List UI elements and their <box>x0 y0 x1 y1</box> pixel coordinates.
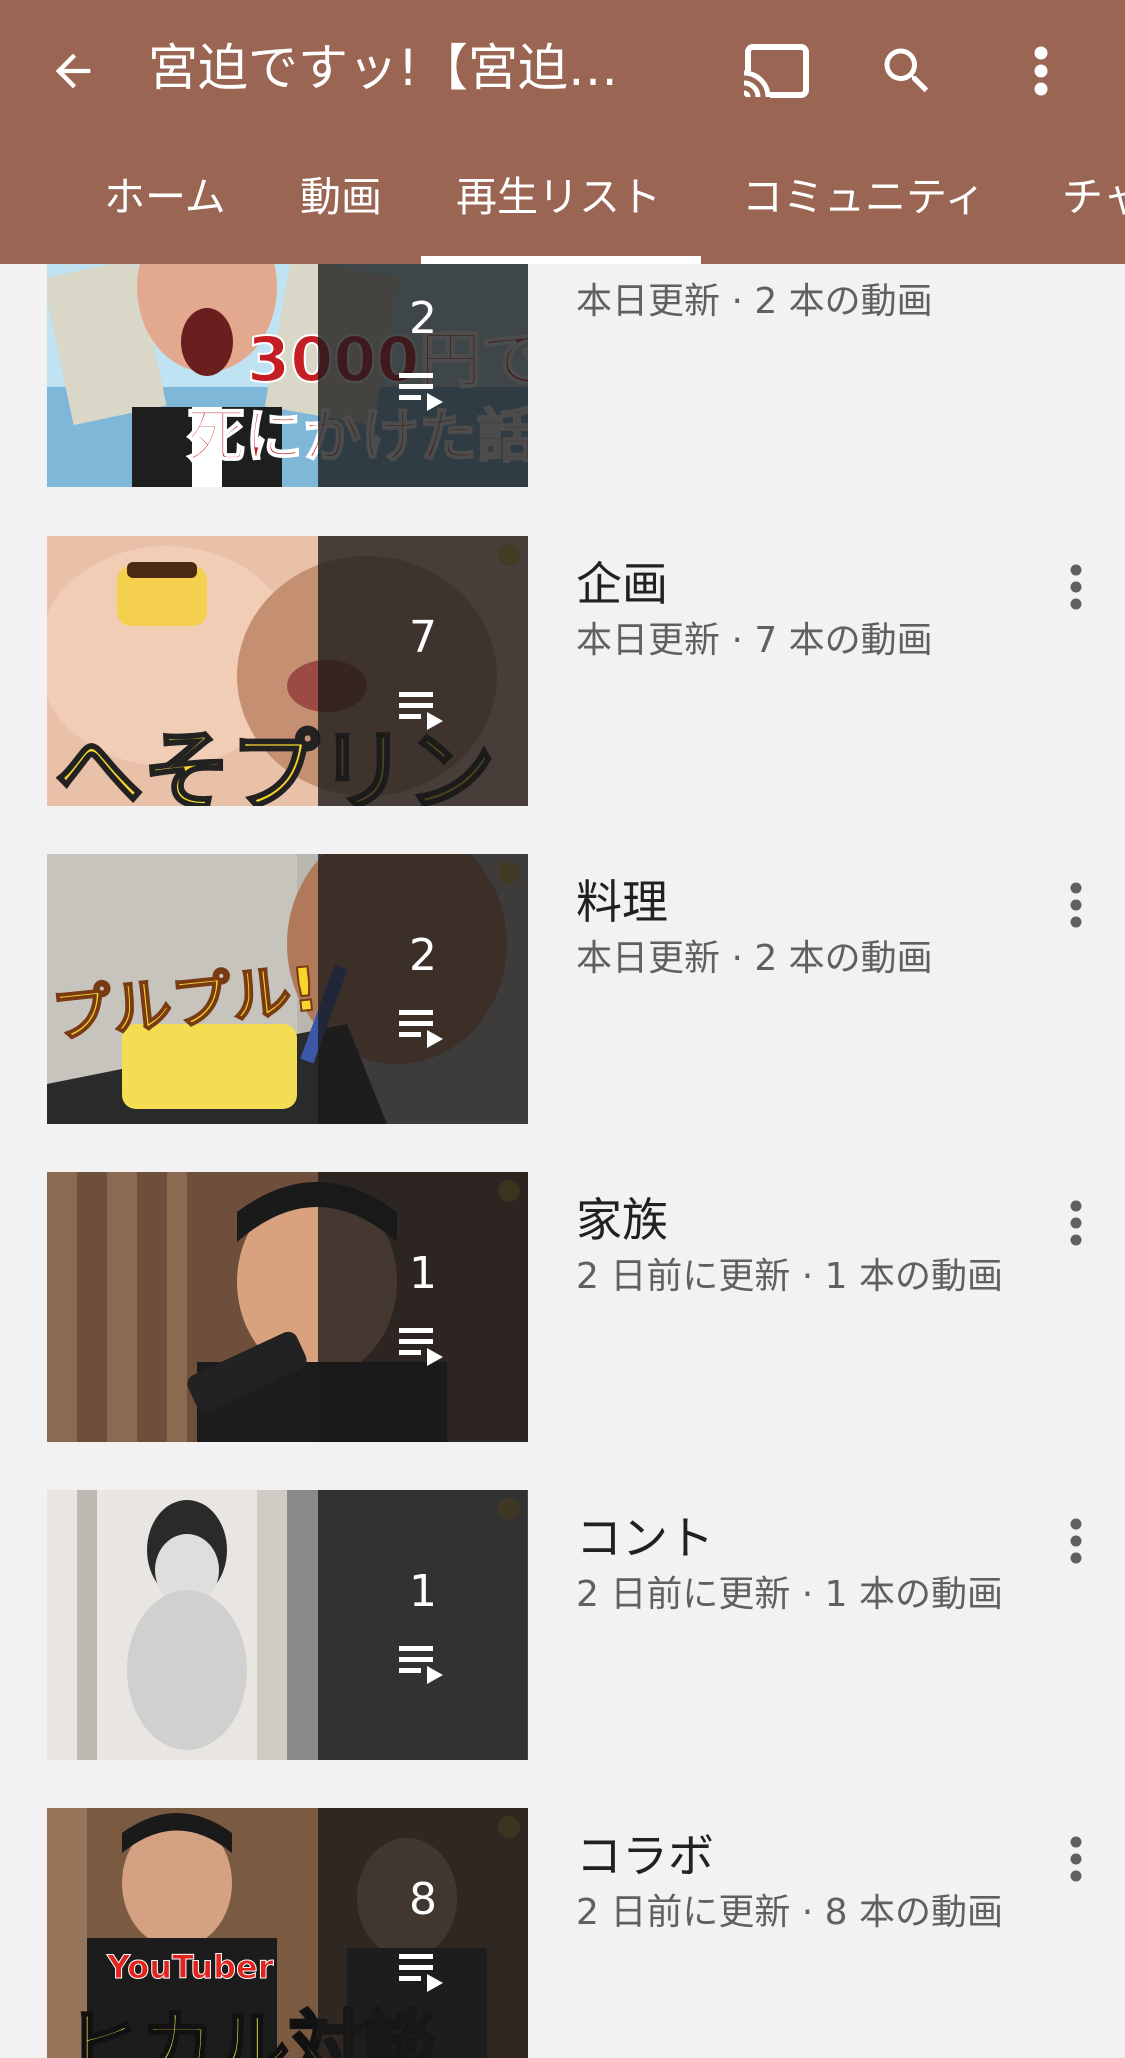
search-icon[interactable] <box>862 26 952 116</box>
playlist-thumbnail[interactable]: 1 <box>47 1172 528 1442</box>
playlist-play-icon <box>399 373 443 411</box>
tab-videos[interactable]: 動画 <box>300 150 382 264</box>
video-count: 1 <box>409 1248 437 1299</box>
playlist-play-icon <box>399 692 443 730</box>
channel-tabs: ホーム 動画 再生リスト コミュニティ チャ <box>0 150 1125 264</box>
video-count: 1 <box>409 1566 437 1617</box>
playlist-title[interactable]: 料理 <box>576 872 668 932</box>
more-vert-icon[interactable] <box>1046 542 1106 632</box>
playlist-play-icon <box>399 1646 443 1684</box>
tab-playlists[interactable]: 再生リスト <box>456 150 661 264</box>
playlist-title[interactable]: コント <box>576 1508 714 1568</box>
channel-title: 宮迫ですッ!【宮迫… <box>148 39 619 97</box>
more-vert-icon[interactable] <box>1046 1496 1106 1586</box>
playlist-play-icon <box>399 1010 443 1048</box>
playlist-count-overlay: 7 <box>318 536 528 806</box>
playlist-meta: 本日更新 · 7 本の動画 <box>576 620 933 661</box>
playlist-item[interactable]: 1 コント 2 日前に更新 · 1 本の動画 <box>0 1490 1125 1760</box>
playlist-item[interactable]: へそプリン 7 企画 本日更新 · 7 本の動画 <box>0 536 1125 806</box>
thumbnail-caption: YouTuber <box>106 1948 274 1987</box>
more-vert-icon[interactable] <box>1046 1178 1106 1268</box>
more-vert-icon[interactable] <box>996 26 1086 116</box>
playlist-meta: 2 日前に更新 · 1 本の動画 <box>576 1574 1004 1615</box>
playlist-play-icon <box>399 1328 443 1366</box>
more-vert-icon[interactable] <box>1046 1814 1106 1904</box>
playlist-list: 3000円で 死にかけた話 2 本日更新 · 2 本の動画 <box>0 0 1125 2058</box>
playlist-item[interactable]: プルプル! 2 料理 本日更新 · 2 本の動画 <box>0 854 1125 1124</box>
playlist-title[interactable]: 企画 <box>576 554 668 614</box>
playlist-item[interactable]: 1 家族 2 日前に更新 · 1 本の動画 <box>0 1172 1125 1442</box>
playlist-count-overlay: 1 <box>318 1490 528 1760</box>
arrow-back-icon[interactable] <box>28 26 118 116</box>
playlist-count-overlay: 8 <box>318 1808 528 2058</box>
playlist-thumbnail[interactable]: へそプリン 7 <box>47 536 528 806</box>
video-count: 7 <box>409 612 437 663</box>
video-count: 2 <box>409 293 437 344</box>
tab-channel[interactable]: チャ <box>1062 150 1125 264</box>
playlist-thumbnail[interactable]: 1 <box>47 1490 528 1760</box>
channel-header: 宮迫ですッ!【宮迫… ホーム 動画 再生リスト コミュニティ チャ <box>0 0 1125 264</box>
playlist-meta: 本日更新 · 2 本の動画 <box>576 938 933 979</box>
playlist-count-overlay: 2 <box>318 854 528 1124</box>
more-vert-icon[interactable] <box>1046 860 1106 950</box>
playlist-title[interactable]: コラボ <box>576 1826 714 1886</box>
playlist-item[interactable]: YouTuber ヒカル対談 8 コラボ 2 日前に更新 · 8 本の動画 <box>0 1808 1125 2058</box>
playlist-meta: 本日更新 · 2 本の動画 <box>576 281 933 322</box>
selected-tab-indicator <box>421 256 701 264</box>
playlist-count-overlay: 1 <box>318 1172 528 1442</box>
playlist-play-icon <box>399 1954 443 1992</box>
cast-icon[interactable] <box>730 26 820 116</box>
tab-community[interactable]: コミュニティ <box>742 150 986 264</box>
video-count: 8 <box>409 1874 437 1925</box>
playlist-meta: 2 日前に更新 · 8 本の動画 <box>576 1892 1004 1933</box>
playlist-meta: 2 日前に更新 · 1 本の動画 <box>576 1256 1004 1297</box>
playlist-thumbnail[interactable]: YouTuber ヒカル対談 8 <box>47 1808 528 2058</box>
playlist-thumbnail[interactable]: プルプル! 2 <box>47 854 528 1124</box>
playlist-title[interactable]: 家族 <box>576 1190 668 1250</box>
tab-home[interactable]: ホーム <box>104 150 226 264</box>
video-count: 2 <box>409 930 437 981</box>
